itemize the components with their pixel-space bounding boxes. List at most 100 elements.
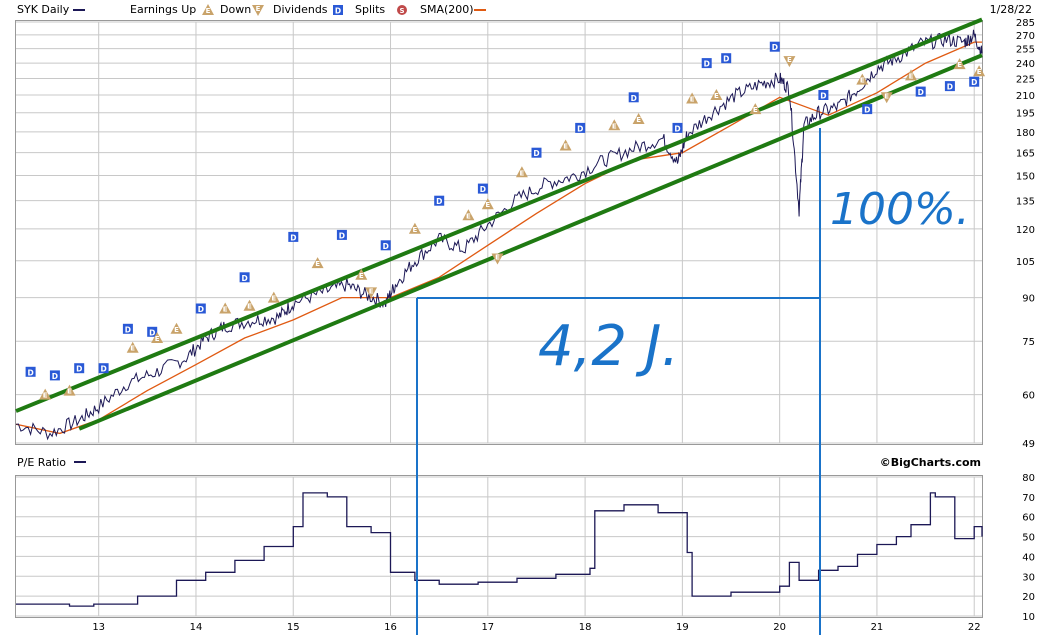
earnings-marker-letter: E xyxy=(223,306,228,314)
chart-canvas: 49 60 75 90 105 120 135 150 165 180 195 210 225 240 25… xyxy=(15,3,1035,635)
earnings-marker-letter: E xyxy=(520,169,525,177)
price-y-tick-label: 60 xyxy=(1022,391,1035,402)
dividend-marker: D xyxy=(721,53,732,64)
dividend-marker: D xyxy=(25,366,36,377)
dividend-marker: D xyxy=(531,147,542,158)
chart-date: 1/28/22 xyxy=(990,3,1032,16)
pe-ratio-label: P/E Ratio xyxy=(17,456,66,469)
dividend-marker-letter: D xyxy=(674,124,680,133)
pe-y-tick-label: 40 xyxy=(1022,552,1035,563)
x-tick-label: 18 xyxy=(579,622,592,633)
bigcharts-credit: ©BigCharts.com xyxy=(880,456,981,469)
dividend-marker: D xyxy=(239,272,250,283)
earnings-marker-letter: E xyxy=(130,345,135,353)
dividend-marker-letter: D xyxy=(100,365,106,374)
price-y-tick-label: 195 xyxy=(1016,109,1035,120)
price-y-tick-label: 255 xyxy=(1016,45,1035,56)
earnings-marker-letter: E xyxy=(369,287,374,295)
splits-label: Splits xyxy=(355,3,385,16)
earnings-marker-letter: E xyxy=(977,68,982,76)
earnings-marker-letter: E xyxy=(271,295,276,303)
x-tick-label: 17 xyxy=(481,622,494,633)
annotation-gain-text: 100%. xyxy=(830,184,970,235)
dividend-marker-letter: D xyxy=(383,242,389,251)
dividend-marker: D xyxy=(769,41,780,52)
pe-y-tick-label: 60 xyxy=(1022,513,1035,524)
x-tick-label: 21 xyxy=(871,622,884,633)
pe-y-tick-label: 30 xyxy=(1022,572,1035,583)
dividend-marker-letter: D xyxy=(76,365,82,374)
earnings-marker-letter: E xyxy=(753,106,758,114)
sma-label: SMA(200) xyxy=(420,3,474,16)
x-axis: 13 14 15 16 17 18 19 20 21 22 xyxy=(92,622,980,633)
pe-y-tick-label: 80 xyxy=(1022,473,1035,484)
dividend-marker-letter: D xyxy=(723,55,729,64)
price-y-axis: 49 60 75 90 105 120 135 150 165 180 195 210 225 240 25… xyxy=(1016,18,1035,450)
dividend-legend-icon: D xyxy=(333,5,343,16)
dividend-marker-letter: D xyxy=(533,149,539,158)
dividend-marker-letter: D xyxy=(918,88,924,97)
price-y-tick-label: 210 xyxy=(1016,91,1035,102)
earnings-marker-letter: E xyxy=(957,61,962,69)
dividend-marker-letter: D xyxy=(947,83,953,92)
dividend-marker: D xyxy=(434,195,445,206)
dividend-marker-letter: D xyxy=(436,197,442,206)
pe-y-tick-label: 20 xyxy=(1022,592,1035,603)
dividend-marker-letter: D xyxy=(339,231,345,240)
dividend-marker-letter: D xyxy=(631,94,637,103)
dividend-marker: D xyxy=(575,122,586,133)
dividend-marker: D xyxy=(74,363,85,374)
dividends-label: Dividends xyxy=(273,3,328,16)
svg-text:S: S xyxy=(399,7,404,15)
earnings-marker-letter: E xyxy=(563,143,568,151)
dividend-marker-letter: D xyxy=(290,233,296,242)
earnings-marker-letter: E xyxy=(714,92,719,100)
dividend-marker: D xyxy=(969,76,980,87)
dividend-marker-letter: D xyxy=(480,185,486,194)
pe-y-tick-label: 10 xyxy=(1022,612,1035,623)
price-y-tick-label: 135 xyxy=(1016,197,1035,208)
dividend-marker: D xyxy=(862,104,873,115)
earnings-marker-letter: E xyxy=(413,226,418,234)
earnings-marker-letter: E xyxy=(884,92,889,100)
price-y-tick-label: 240 xyxy=(1016,59,1035,70)
earnings-marker-letter: E xyxy=(612,122,617,130)
pe-y-tick-label: 50 xyxy=(1022,533,1035,544)
dividend-marker: D xyxy=(195,303,206,314)
earnings-marker-letter: E xyxy=(485,201,490,209)
dividend-marker: D xyxy=(288,231,299,242)
ticker-label: SYK Daily xyxy=(17,3,70,16)
pe-y-axis: 10 20 30 40 50 60 70 80 xyxy=(1022,473,1035,623)
earnings-marker-letter: E xyxy=(315,260,320,268)
dividend-marker: D xyxy=(98,363,109,374)
price-y-tick-label: 225 xyxy=(1016,75,1035,86)
pe-y-tick-label: 70 xyxy=(1022,493,1035,504)
earnings-marker-letter: E xyxy=(247,303,252,311)
earnings-marker-letter: E xyxy=(359,272,364,280)
dividend-marker-letter: D xyxy=(971,78,977,87)
earnings-marker-letter: E xyxy=(636,116,641,124)
price-y-tick-label: 180 xyxy=(1016,128,1035,139)
svg-text:E: E xyxy=(256,5,261,13)
down-label: Down xyxy=(220,3,251,16)
dividend-marker: D xyxy=(672,122,683,133)
dividend-marker-letter: D xyxy=(27,368,33,377)
dividend-marker-letter: D xyxy=(577,124,583,133)
dividend-marker-letter: D xyxy=(820,92,826,101)
dividend-marker-letter: D xyxy=(704,60,710,69)
earnings-marker-letter: E xyxy=(155,335,160,343)
dividend-marker: D xyxy=(477,183,488,194)
dividend-marker-letter: D xyxy=(198,305,204,314)
x-tick-label: 20 xyxy=(773,622,786,633)
dividend-marker: D xyxy=(944,81,955,92)
price-y-tick-label: 90 xyxy=(1022,294,1035,305)
earnings-marker-letter: E xyxy=(174,326,179,334)
annotation-duration-text: 4,2 J. xyxy=(538,314,679,379)
earnings-legend-icon: E xyxy=(202,4,214,15)
price-y-tick-label: 49 xyxy=(1022,439,1035,450)
dividend-marker: D xyxy=(701,58,712,69)
earnings-marker-letter: E xyxy=(466,212,471,220)
price-y-tick-label: 120 xyxy=(1016,225,1035,236)
price-y-tick-label: 270 xyxy=(1016,31,1035,42)
x-tick-label: 16 xyxy=(384,622,397,633)
